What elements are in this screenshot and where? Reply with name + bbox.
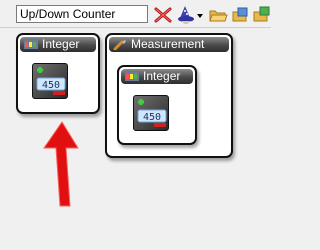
annotation-arrow xyxy=(43,121,79,207)
node-header[interactable]: Measurement xyxy=(109,37,229,52)
integer-type-icon xyxy=(125,72,139,81)
toolbar xyxy=(0,0,271,30)
folder-export-icon[interactable] xyxy=(252,5,272,25)
counter-digits: 450 xyxy=(143,112,161,123)
counter-icon: 450 xyxy=(36,67,66,95)
wizard-icon[interactable] xyxy=(176,5,196,25)
nested-integer-node[interactable]: Integer 450 xyxy=(117,65,197,145)
node-header[interactable]: Integer xyxy=(20,37,96,52)
folder-copy-icon[interactable] xyxy=(231,5,251,25)
integer-type-icon xyxy=(24,40,38,49)
search-input[interactable] xyxy=(16,5,148,23)
dropdown-arrow-icon[interactable] xyxy=(196,5,204,25)
measurement-tool-icon xyxy=(113,40,126,50)
folder-open-icon[interactable] xyxy=(208,5,228,25)
counter-tile[interactable]: 450 xyxy=(133,95,169,131)
clear-x-icon[interactable] xyxy=(153,5,173,25)
node-title: Integer xyxy=(42,37,80,51)
node-title: Integer xyxy=(143,69,181,83)
counter-tile[interactable]: 450 xyxy=(32,63,68,99)
counter-digits: 450 xyxy=(42,80,60,91)
node-title: Measurement xyxy=(131,37,205,51)
node-header[interactable]: Integer xyxy=(121,69,193,84)
measurement-node[interactable]: Measurement Integer 450 xyxy=(105,33,233,158)
counter-icon: 450 xyxy=(137,99,167,127)
integer-node[interactable]: Integer 450 xyxy=(16,33,100,114)
